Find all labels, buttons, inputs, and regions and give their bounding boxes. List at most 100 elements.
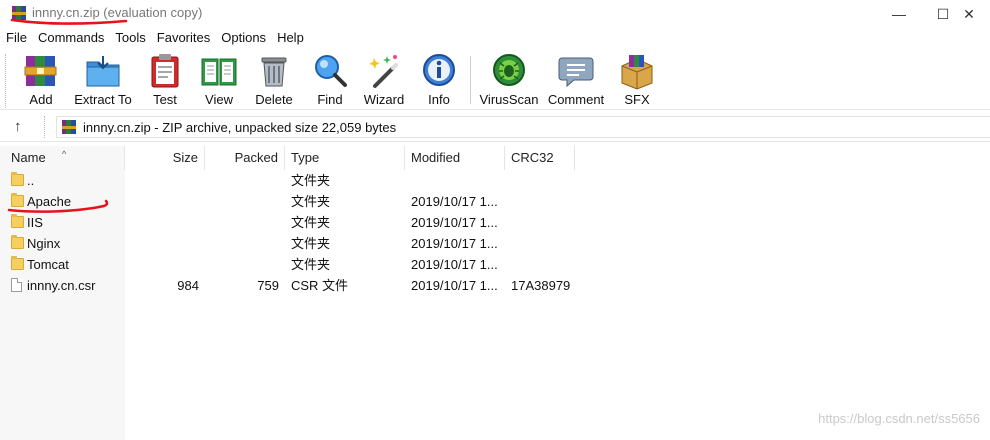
- item-crc: [511, 170, 581, 191]
- view-book-icon: [201, 58, 237, 86]
- virusscan-label: VirusScan: [479, 92, 539, 107]
- watermark-text: https://blog.csdn.net/ss5656: [818, 411, 980, 426]
- comment-button[interactable]: Comment: [547, 52, 605, 108]
- zip-archive-icon: [62, 120, 76, 134]
- item-crc: [511, 254, 581, 275]
- file-list: Name ^ Size Packed Type Modified CRC32 .…: [0, 146, 990, 440]
- delete-button[interactable]: Delete: [254, 52, 294, 108]
- extract-to-label: Extract To: [74, 92, 132, 107]
- folder-icon: [11, 256, 24, 272]
- item-modified: 2019/10/17 1...: [411, 278, 498, 293]
- item-name: innny.cn.csr: [27, 278, 96, 293]
- item-size: [125, 170, 199, 191]
- item-size: [125, 191, 199, 212]
- extract-to-button[interactable]: Extract To: [72, 52, 134, 108]
- item-packed: 759: [257, 278, 279, 293]
- item-size: 984: [177, 278, 199, 293]
- item-packed: [205, 212, 279, 233]
- item-crc: [511, 191, 581, 212]
- item-size: [125, 254, 199, 275]
- add-label: Add: [29, 92, 53, 107]
- column-header-name[interactable]: Name ^: [0, 146, 125, 170]
- wizard-button[interactable]: Wizard: [362, 52, 406, 108]
- test-label: Test: [153, 92, 177, 107]
- file-icon: [11, 278, 24, 293]
- menu-tools[interactable]: Tools: [109, 28, 150, 48]
- close-button[interactable]: ✕: [946, 0, 990, 28]
- item-size: [125, 212, 199, 233]
- menu-help[interactable]: Help: [271, 28, 309, 48]
- extract-folder-icon: [86, 56, 120, 87]
- find-button[interactable]: Find: [311, 52, 349, 108]
- menu-bar: File Commands Tools Favorites Options He…: [0, 28, 990, 48]
- test-clipboard-icon: [151, 54, 179, 88]
- add-button[interactable]: Add: [22, 52, 60, 108]
- up-arrow-icon[interactable]: ↑: [14, 118, 22, 135]
- item-name: IIS: [27, 215, 43, 230]
- menu-options[interactable]: Options: [215, 28, 271, 48]
- column-header-size[interactable]: Size: [125, 146, 205, 170]
- sfx-button[interactable]: SFX: [616, 52, 658, 108]
- menu-commands[interactable]: Commands: [32, 28, 109, 48]
- item-type: 文件夹: [291, 236, 331, 251]
- item-type: 文件夹: [291, 173, 331, 188]
- virusscan-button[interactable]: VirusScan: [479, 52, 539, 108]
- column-header-modified[interactable]: Modified: [405, 146, 505, 170]
- column-header-crc32[interactable]: CRC32: [505, 146, 575, 170]
- item-modified: 2019/10/17 1...: [411, 257, 498, 272]
- folder-icon: [11, 235, 24, 251]
- item-name: Nginx: [27, 236, 61, 251]
- wizard-label: Wizard: [363, 92, 405, 107]
- toolbar-grip: [5, 54, 9, 108]
- menu-file[interactable]: File: [0, 28, 32, 48]
- view-button[interactable]: View: [198, 52, 240, 108]
- item-crc: [511, 212, 581, 233]
- toolbar-separator: [470, 56, 471, 104]
- view-label: View: [205, 92, 233, 107]
- trash-icon: [261, 57, 287, 87]
- list-item[interactable]: innny.cn.csr 984 759 CSR 文件 2019/10/17 1…: [0, 275, 990, 296]
- item-type: 文件夹: [291, 194, 331, 209]
- item-crc: 17A38979: [511, 278, 571, 293]
- delete-label: Delete: [255, 92, 293, 107]
- folder-icon: [11, 214, 24, 230]
- comment-label: Comment: [547, 92, 605, 107]
- column-header-type[interactable]: Type: [285, 146, 405, 170]
- minimize-icon: —: [892, 6, 906, 22]
- item-name: Tomcat: [27, 257, 69, 272]
- column-header-name-label: Name: [11, 150, 46, 165]
- item-type: CSR 文件: [291, 278, 349, 293]
- item-modified: [411, 170, 503, 191]
- info-label: Info: [428, 92, 450, 107]
- magnifier-icon: [315, 55, 347, 87]
- column-header-packed[interactable]: Packed: [205, 146, 285, 170]
- close-icon: ✕: [963, 5, 975, 22]
- add-archive-icon: [24, 56, 57, 86]
- item-name: Apache: [27, 194, 72, 209]
- test-button[interactable]: Test: [146, 52, 184, 108]
- item-type: 文件夹: [291, 215, 331, 230]
- list-item[interactable]: IIS 文件夹 2019/10/17 1...: [0, 212, 990, 233]
- list-item[interactable]: .. 文件夹: [0, 170, 990, 191]
- list-item[interactable]: Tomcat 文件夹 2019/10/17 1...: [0, 254, 990, 275]
- list-item[interactable]: Nginx 文件夹 2019/10/17 1...: [0, 233, 990, 254]
- address-field[interactable]: innny.cn.zip - ZIP archive, unpacked siz…: [56, 116, 990, 138]
- address-grip: [44, 116, 45, 138]
- menu-favorites[interactable]: Favorites: [151, 28, 215, 48]
- winrar-app-icon: [12, 6, 26, 20]
- item-modified: 2019/10/17 1...: [411, 215, 498, 230]
- info-button[interactable]: Info: [420, 52, 458, 108]
- item-packed: [205, 191, 279, 212]
- minimize-button[interactable]: —: [876, 0, 922, 28]
- sort-ascending-icon: ^: [62, 149, 67, 159]
- item-crc: [511, 233, 581, 254]
- item-packed: [205, 254, 279, 275]
- info-icon: [423, 54, 455, 86]
- item-packed: [205, 233, 279, 254]
- sfx-label: SFX: [624, 92, 650, 107]
- title-bar: innny.cn.zip (evaluation copy) — ☐ ✕: [0, 0, 990, 28]
- list-item[interactable]: Apache 文件夹 2019/10/17 1...: [0, 191, 990, 212]
- window-title: innny.cn.zip (evaluation copy): [32, 5, 203, 20]
- item-modified: 2019/10/17 1...: [411, 236, 498, 251]
- folder-icon: [11, 193, 24, 209]
